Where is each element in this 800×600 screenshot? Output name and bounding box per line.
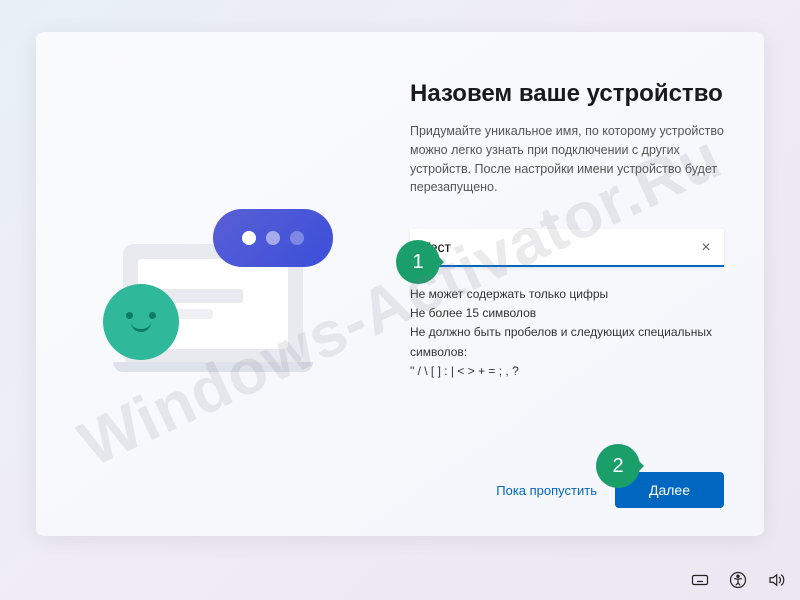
validation-rules: Не может содержать только цифры Не более…	[410, 285, 724, 381]
rule-digits: Не может содержать только цифры	[410, 285, 724, 304]
annotation-callout-1: 1	[396, 240, 440, 284]
taskbar-tray	[690, 570, 786, 590]
rule-length: Не более 15 символов	[410, 304, 724, 323]
device-name-input-row: ×	[410, 229, 724, 267]
page-title: Назовем ваше устройство	[410, 80, 724, 108]
oobe-card: Назовем ваше устройство Придумайте уника…	[36, 32, 764, 536]
device-name-illustration	[103, 184, 333, 384]
chat-bubble-icon	[213, 209, 333, 267]
laptop-base-shape	[113, 362, 313, 372]
device-name-input[interactable]	[410, 229, 724, 267]
keyboard-icon[interactable]	[690, 570, 710, 590]
illustration-panel	[36, 32, 400, 536]
clear-input-button[interactable]: ×	[696, 238, 716, 258]
rule-chars-list: " / \ [ ] : | < > + = ; , ?	[410, 362, 724, 381]
annotation-callout-2: 2	[596, 444, 640, 488]
rule-chars: Не должно быть пробелов и следующих спец…	[410, 323, 724, 361]
page-subtitle: Придумайте уникальное имя, по которому у…	[410, 122, 724, 197]
smiley-face-icon	[103, 284, 179, 360]
volume-icon[interactable]	[766, 570, 786, 590]
content-panel: Назовем ваше устройство Придумайте уника…	[400, 32, 764, 536]
skip-link[interactable]: Пока пропустить	[496, 483, 597, 498]
accessibility-icon[interactable]	[728, 570, 748, 590]
footer-actions: Пока пропустить Далее	[410, 472, 724, 512]
